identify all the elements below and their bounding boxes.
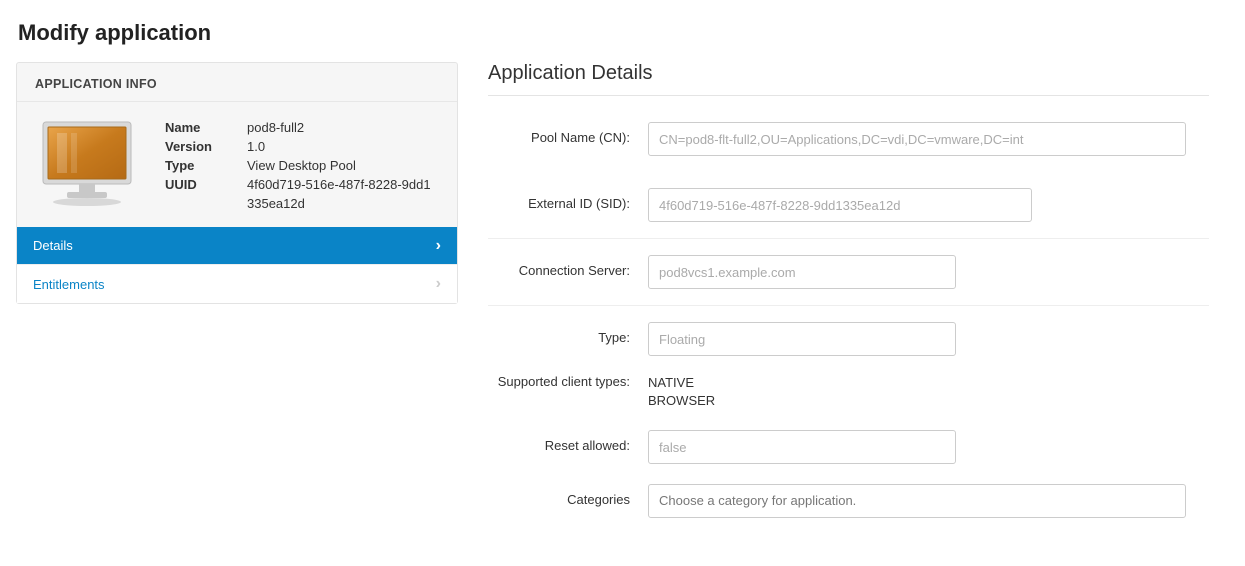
nav-item-details[interactable]: Details › [17, 227, 457, 265]
info-version-label: Version [165, 137, 247, 156]
info-uuid-label: UUID [165, 175, 247, 213]
application-info-table: Name pod8-full2 Version 1.0 Type View De… [165, 118, 437, 213]
info-version-value: 1.0 [247, 137, 437, 156]
value-supported-client-types: NATIVE BROWSER [648, 372, 1209, 410]
label-external-id: External ID (SID): [488, 188, 648, 211]
application-monitor-icon [35, 118, 139, 208]
application-info-panel: APPLICATION INFO [16, 62, 458, 304]
chevron-right-icon: › [436, 237, 441, 255]
chevron-right-icon: › [436, 275, 441, 293]
input-categories[interactable]: Choose a category for application. [648, 484, 1186, 518]
page-title: Modify application [18, 20, 1229, 46]
label-categories: Categories [488, 484, 648, 507]
info-uuid-value: 4f60d719-516e-487f-8228-9dd1335ea12d [247, 175, 437, 213]
application-info-header: APPLICATION INFO [17, 63, 457, 102]
label-reset-allowed: Reset allowed: [488, 430, 648, 453]
input-external-id[interactable] [648, 188, 1032, 222]
nav-details-label: Details [33, 238, 73, 253]
nav-entitlements-label: Entitlements [33, 277, 105, 292]
input-pool-name[interactable] [648, 122, 1186, 156]
label-connection-server: Connection Server: [488, 255, 648, 278]
input-connection-server[interactable] [648, 255, 956, 289]
label-pool-name: Pool Name (CN): [488, 122, 648, 145]
info-type-value: View Desktop Pool [247, 156, 437, 175]
section-title-application-details: Application Details [488, 62, 1209, 96]
nav-item-entitlements[interactable]: Entitlements › [17, 265, 457, 303]
label-supported-client-types: Supported client types: [488, 372, 648, 389]
input-reset-allowed[interactable] [648, 430, 956, 464]
info-name-label: Name [165, 118, 247, 137]
info-type-label: Type [165, 156, 247, 175]
input-type[interactable] [648, 322, 956, 356]
label-type: Type: [488, 322, 648, 345]
info-name-value: pod8-full2 [247, 118, 437, 137]
